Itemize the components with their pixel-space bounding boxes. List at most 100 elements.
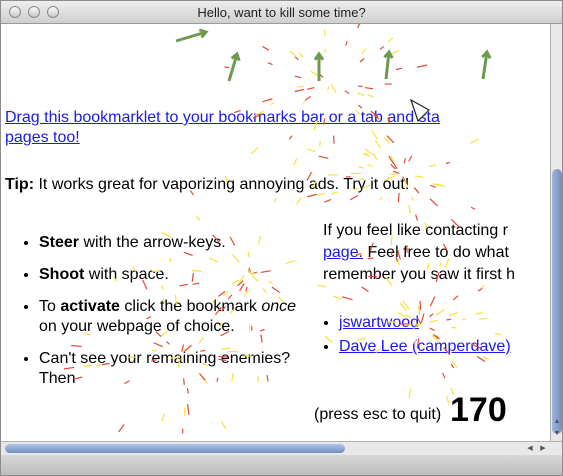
once-label: once [261,298,297,315]
tip-label: Tip: [5,176,35,193]
explosion-particle [345,40,348,46]
list-item: Can't see your remaining enemies? Then [39,349,299,389]
explosion-particle [367,94,375,98]
explosion-particle [364,148,373,155]
explosion-particle [324,198,332,203]
explosion-particle [307,148,316,153]
explosion-particle [341,296,353,301]
explosion-particle [390,155,395,163]
explosion-particle [318,155,329,160]
contact-line-1: If you feel like contacting r [323,222,508,239]
explosion-particle [392,162,398,170]
explosion-particle [470,138,479,144]
explosion-particle [302,100,307,104]
explosion-particle [442,372,446,379]
explosion-particle [364,152,371,157]
shoot-label: Shoot [39,266,85,283]
contact-paragraph: If you feel like contacting r page. Feel… [323,220,515,286]
explosion-particle [364,87,374,90]
explosion-particle [274,197,277,203]
explosion-particle [361,48,367,55]
explosion-particle [372,152,378,161]
quit-hint: (press esc to quit) [314,406,442,423]
title-bar[interactable]: Hello, want to kill some time? [1,1,562,24]
browser-window: Hello, want to kill some time? Drag this… [0,0,563,476]
explosion-particle [310,70,319,77]
explosion-particle [408,155,413,162]
explosion-particle [267,62,273,66]
explosion-particle [408,388,412,399]
explosion-particle [413,187,420,194]
explosion-particle [452,361,458,369]
explosion-particle [416,64,428,68]
explosion-particle [296,85,304,88]
tip-paragraph: Tip: It works great for vaporizing annoy… [5,175,409,195]
horizontal-scroll-thumb[interactable] [5,444,345,453]
projectile-arrowhead [481,49,492,59]
explosion-particle [323,29,326,36]
up-arrow-icon[interactable]: ▲ [551,416,562,428]
explosion-particle [445,161,451,165]
explosion-particle [452,295,459,301]
contact-line-2: Feel free to do what [363,244,509,261]
explosion-particle [390,163,396,170]
explosion-particle [450,363,455,369]
list-item: Shoot with space. [39,265,299,285]
explosion-particle [430,184,436,189]
explosion-particle [357,92,365,97]
explosion-particle [379,196,383,201]
projectile-arrowhead [230,51,241,62]
explosion-particle [414,175,424,178]
explosion-particle [445,396,450,405]
explosion-particle [358,166,364,169]
explosion-particle [296,196,302,205]
projectile-arrowhead [198,28,209,39]
horizontal-scrollbar[interactable]: ◀ ▶ [1,441,562,455]
projectile-arrowhead [313,51,325,61]
explosion-particle [402,300,410,310]
dave-lee-link[interactable]: Dave Lee (camperdave) [339,338,511,355]
tip-text: It works great for vaporizing annoying a… [34,176,410,193]
steer-text: with the arrow-keys. [79,234,226,251]
down-arrow-icon[interactable]: ▼ [551,428,562,440]
explosion-particle [429,198,439,207]
projectile-arrow [481,51,489,80]
explosion-particle [294,88,305,93]
explosion-particle [362,152,368,157]
explosion-particle [349,195,359,201]
explosion-particle [379,45,385,50]
explosion-particle [220,420,227,430]
projectile-arrow [227,53,239,82]
contacts-list: jswartwood Dave Lee (camperdave) [323,312,511,360]
explosion-particle [262,45,270,51]
explosion-particle [429,296,436,307]
left-arrow-icon[interactable]: ◀ [524,442,536,455]
jswartwood-link[interactable]: jswartwood [339,314,419,331]
activate-mid: click the bookmark [119,298,262,315]
enemies-text: Can't see your remaining enemies? Then [39,350,291,387]
explosion-particle [326,86,331,91]
instructions-list: Steer with the arrow-keys. Shoot with sp… [21,233,299,401]
activate-post: on your webpage of choice. [39,318,235,335]
explosion-particle [477,287,483,292]
vertical-scroll-thumb[interactable] [552,169,562,434]
explosion-particle [332,295,342,300]
explosion-particle [187,404,190,415]
explosion-particle [367,164,373,167]
list-item: To activate click the bookmark once on y… [39,297,299,337]
contact-page-link[interactable]: page. [323,244,363,261]
vertical-scrollbar[interactable]: ▲ ▼ [550,24,562,441]
projectile-arrows [175,28,492,82]
right-arrow-icon[interactable]: ▶ [537,442,549,455]
explosion-particle [118,424,125,433]
explosion-particle [388,155,394,164]
activate-label: activate [60,298,120,315]
explosion-particle [289,50,296,57]
bookmarklet-link[interactable]: Drag this bookmarklet to your bookmarks … [5,108,440,148]
explosion-particle [250,147,259,155]
bookmarklet-link-line-2: pages too! [5,129,80,146]
explosion-particle [432,182,440,187]
page-content: Drag this bookmarklet to your bookmarks … [1,24,550,441]
explosion-particle [361,286,369,293]
explosion-particle [411,196,414,201]
